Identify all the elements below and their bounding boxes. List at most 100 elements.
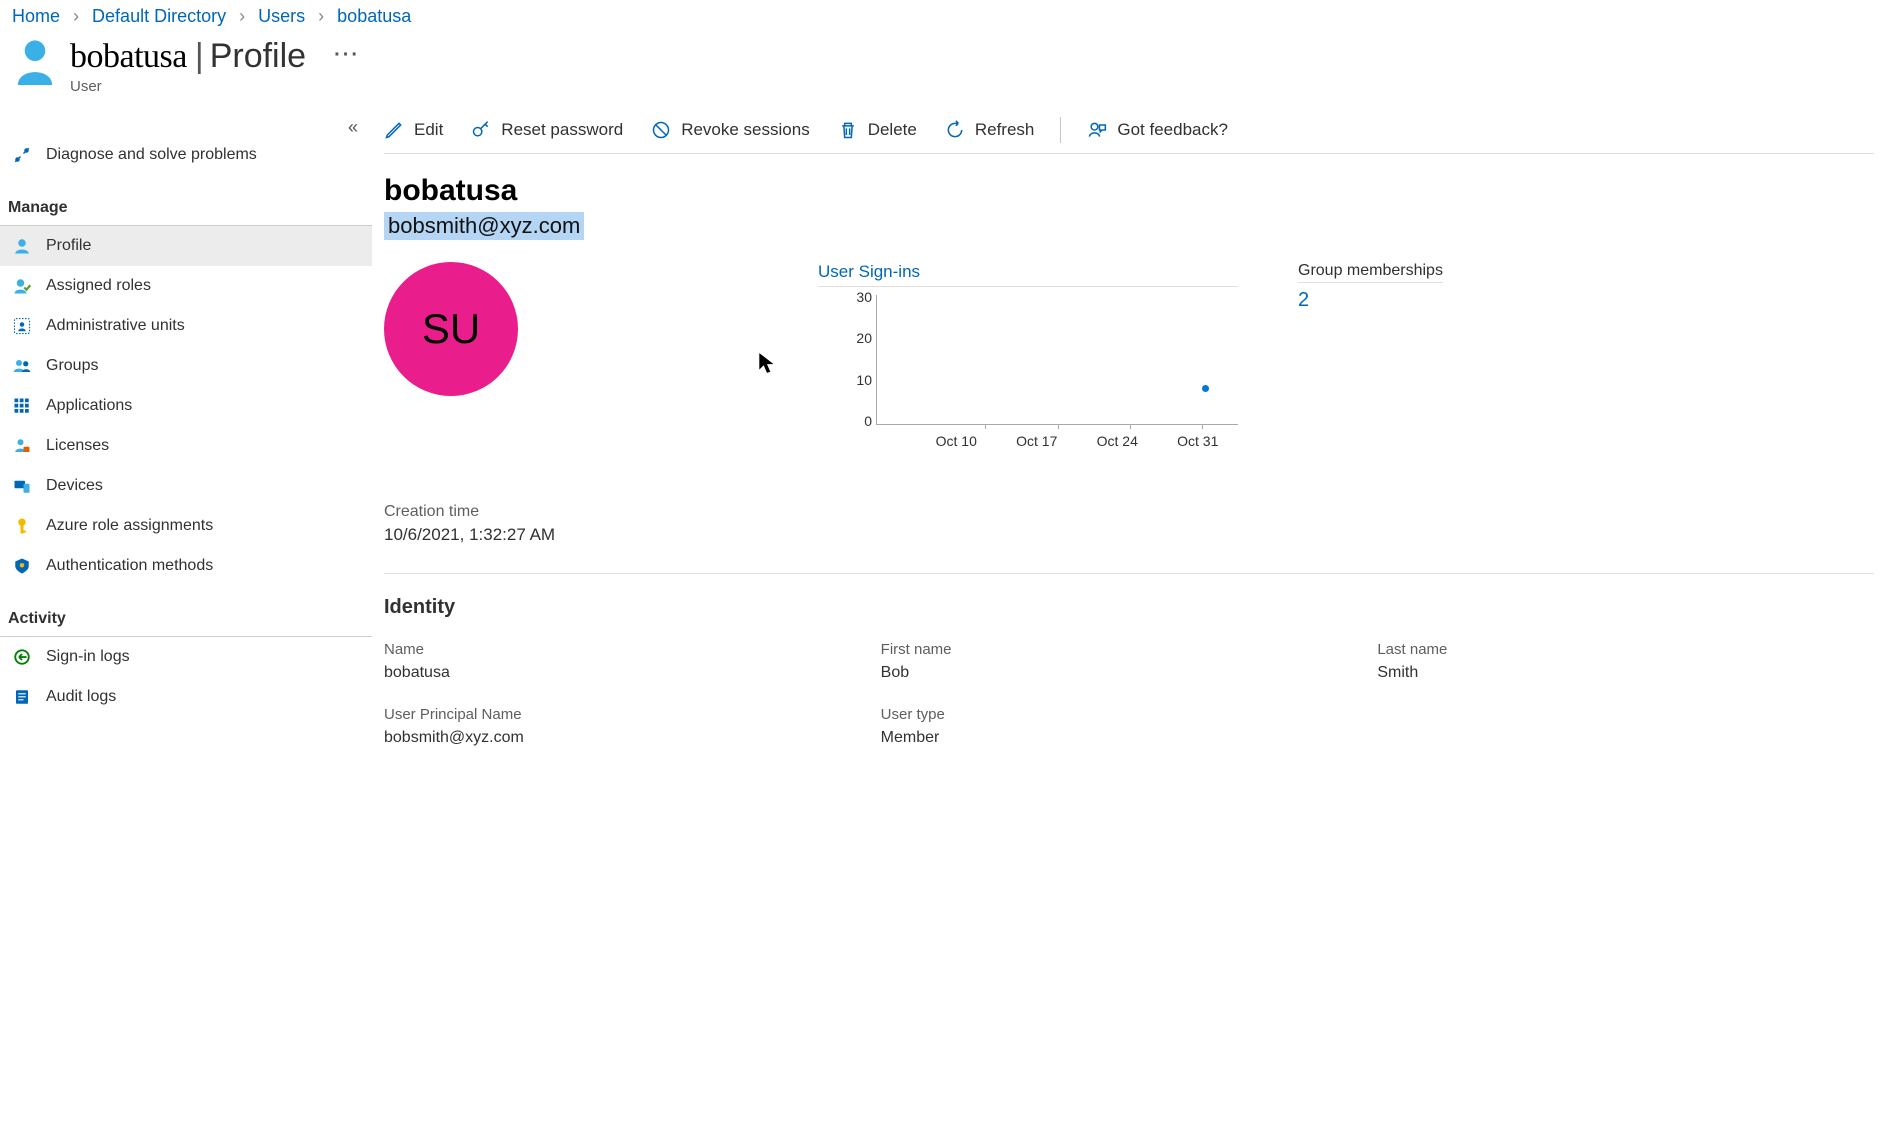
sidebar-item-applications[interactable]: Applications — [0, 386, 372, 426]
identity-upn-value: bobsmith@xyz.com — [384, 729, 881, 747]
sidebar-item-admin-units[interactable]: Administrative units — [0, 306, 372, 346]
page-header: bobatusa | Profile ··· User — [0, 29, 1886, 111]
identity-heading: Identity — [384, 596, 1874, 619]
book-icon — [12, 687, 32, 707]
apps-grid-icon — [12, 396, 32, 416]
sidebar-item-label: Azure role assignments — [46, 517, 213, 535]
toolbar-separator — [1060, 117, 1061, 143]
identity-usertype-label: User type — [881, 706, 1378, 723]
revoke-sessions-button[interactable]: Revoke sessions — [651, 120, 810, 140]
toolbar-label: Edit — [414, 120, 443, 140]
y-tick: 20 — [844, 330, 872, 346]
sidebar-item-licenses[interactable]: Licenses — [0, 426, 372, 466]
group-memberships-count[interactable]: 2 — [1298, 289, 1443, 312]
breadcrumb-users[interactable]: Users — [258, 6, 305, 26]
creation-time-label: Creation time — [384, 503, 1874, 521]
sidebar-item-diagnose[interactable]: Diagnose and solve problems — [0, 135, 372, 175]
page-subtitle: User — [70, 78, 360, 95]
sidebar-item-label: Sign-in logs — [46, 648, 130, 666]
toolbar-label: Reset password — [501, 120, 623, 140]
toolbar-label: Revoke sessions — [681, 120, 810, 140]
signins-chart-block: User Sign-ins 30 20 10 0 Oct 10 Oct 17 — [818, 262, 1238, 449]
delete-button[interactable]: Delete — [838, 120, 917, 140]
toolbar-label: Got feedback? — [1117, 120, 1228, 140]
feedback-button[interactable]: Got feedback? — [1087, 120, 1228, 140]
sidebar-item-azure-role[interactable]: Azure role assignments — [0, 506, 372, 546]
identity-lastname-label: Last name — [1377, 641, 1874, 658]
edit-button[interactable]: Edit — [384, 120, 443, 140]
groups-icon — [12, 356, 32, 376]
identity-lastname-value: Smith — [1377, 664, 1874, 682]
title-divider: | — [195, 37, 204, 76]
title-page: Profile — [210, 37, 306, 76]
x-tick: Oct 31 — [1177, 433, 1218, 449]
collapse-chevron-icon[interactable]: « — [348, 117, 358, 138]
chart-x-axis: Oct 10 Oct 17 Oct 24 Oct 31 — [876, 433, 1238, 449]
identity-col-1: Name bobatusa User Principal Name bobsmi… — [384, 641, 881, 771]
reset-password-button[interactable]: Reset password — [471, 120, 623, 140]
main-content: Edit Reset password Revoke sessions Dele… — [372, 111, 1886, 771]
sidebar-item-auth-methods[interactable]: Authentication methods — [0, 546, 372, 586]
sidebar-section-activity: Activity — [0, 600, 372, 637]
sidebar: « Diagnose and solve problems Manage Pro… — [0, 111, 372, 771]
devices-icon — [12, 476, 32, 496]
sidebar-item-label: Assigned roles — [46, 277, 151, 295]
wrench-icon — [12, 145, 32, 165]
chevron-right-icon: › — [73, 6, 79, 26]
x-tick: Oct 10 — [936, 433, 977, 449]
page-title: bobatusa | Profile ··· — [70, 37, 360, 76]
admin-units-icon — [12, 316, 32, 336]
sidebar-item-devices[interactable]: Devices — [0, 466, 372, 506]
x-tick: Oct 24 — [1097, 433, 1138, 449]
sidebar-item-label: Administrative units — [46, 317, 185, 335]
chevron-right-icon: › — [239, 6, 245, 26]
sidebar-item-label: Diagnose and solve problems — [46, 146, 257, 164]
avatar-initials: SU — [422, 305, 480, 353]
pencil-icon — [384, 120, 404, 140]
sidebar-item-label: Groups — [46, 357, 98, 375]
group-memberships-block: Group memberships 2 — [1298, 262, 1443, 312]
more-icon[interactable]: ··· — [334, 44, 360, 67]
user-icon — [14, 37, 56, 89]
toolbar: Edit Reset password Revoke sessions Dele… — [384, 111, 1874, 154]
overview-row: SU User Sign-ins 30 20 10 0 — [384, 262, 1874, 449]
x-tick: Oct 17 — [1016, 433, 1057, 449]
trash-icon — [838, 120, 858, 140]
sidebar-item-groups[interactable]: Groups — [0, 346, 372, 386]
display-name: bobatusa — [384, 174, 1874, 208]
identity-col-2: First name Bob User type Member — [881, 641, 1378, 771]
breadcrumb-directory[interactable]: Default Directory — [92, 6, 226, 26]
breadcrumb: Home › Default Directory › Users › bobat… — [0, 0, 1886, 29]
breadcrumb-home[interactable]: Home — [12, 6, 60, 26]
sidebar-item-assigned-roles[interactable]: Assigned roles — [0, 266, 372, 306]
chart-y-axis: 30 20 10 0 — [844, 289, 872, 429]
signins-title[interactable]: User Sign-ins — [818, 262, 1238, 287]
identity-col-3: Last name Smith — [1377, 641, 1874, 771]
identity-firstname-value: Bob — [881, 664, 1378, 682]
identity-usertype-value: Member — [881, 729, 1378, 747]
signin-icon — [12, 647, 32, 667]
person-check-icon — [12, 276, 32, 296]
identity-grid: Name bobatusa User Principal Name bobsmi… — [384, 641, 1874, 771]
refresh-icon — [945, 120, 965, 140]
y-tick: 10 — [844, 372, 872, 388]
sidebar-item-signin-logs[interactable]: Sign-in logs — [0, 637, 372, 677]
sidebar-item-audit-logs[interactable]: Audit logs — [0, 677, 372, 717]
sidebar-item-profile[interactable]: Profile — [0, 226, 372, 266]
shield-icon — [12, 556, 32, 576]
key-icon — [471, 120, 491, 140]
identity-upn-label: User Principal Name — [384, 706, 881, 723]
toolbar-label: Delete — [868, 120, 917, 140]
sidebar-section-manage: Manage — [0, 189, 372, 226]
refresh-button[interactable]: Refresh — [945, 120, 1035, 140]
creation-time-value: 10/6/2021, 1:32:27 AM — [384, 525, 1874, 545]
chevron-right-icon: › — [318, 6, 324, 26]
block-icon — [651, 120, 671, 140]
user-principal-name-highlight[interactable]: bobsmith@xyz.com — [384, 212, 584, 240]
sidebar-item-label: Authentication methods — [46, 557, 213, 575]
identity-name-value: bobatusa — [384, 664, 881, 682]
y-tick: 30 — [844, 289, 872, 305]
sidebar-item-label: Applications — [46, 397, 132, 415]
avatar: SU — [384, 262, 518, 396]
signins-chart: 30 20 10 0 Oct 10 Oct 17 Oct 24 Oct 31 — [876, 289, 1238, 449]
